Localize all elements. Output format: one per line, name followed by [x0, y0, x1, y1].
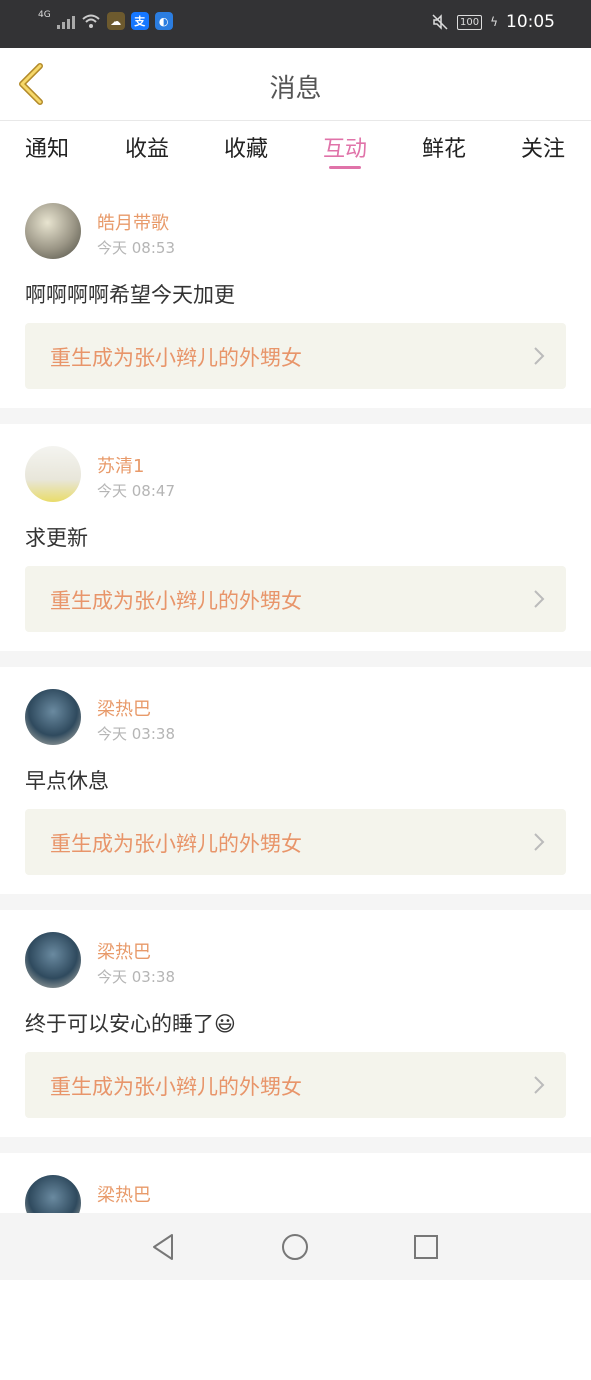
book-title: 重生成为张小辫儿的外甥女	[50, 346, 302, 370]
avatar[interactable]	[25, 689, 81, 745]
nav-back-icon[interactable]	[148, 1231, 180, 1263]
avatar[interactable]	[25, 446, 81, 502]
message-card: 梁热巴 今天 03:38 早点休息 重生成为张小辫儿的外甥女	[0, 667, 591, 894]
message-card: 苏清1 今天 08:47 求更新 重生成为张小辫儿的外甥女	[0, 424, 591, 651]
chevron-right-icon	[534, 347, 545, 365]
tab-bar: 通知 收益 收藏 互动 鲜花 关注	[0, 121, 591, 181]
message-text: 终于可以安心的睡了😃	[25, 1012, 236, 1036]
browser-icon: ◐	[154, 12, 173, 30]
book-title: 重生成为张小辫儿的外甥女	[50, 832, 302, 856]
username[interactable]: 梁热巴	[97, 695, 151, 721]
mute-icon	[432, 14, 448, 30]
message-card: 梁热巴 今天 03:38 终于可以安心的睡了😃 重生成为张小辫儿的外甥女	[0, 910, 591, 1137]
tab-income[interactable]: 收益	[107, 131, 187, 163]
battery-icon: 100	[456, 14, 483, 30]
timestamp: 今天 08:53	[97, 239, 175, 257]
timestamp: 今天 08:47	[97, 482, 175, 500]
active-tab-indicator	[329, 166, 361, 169]
avatar[interactable]	[25, 203, 81, 259]
status-bar: 4G ☁ 支 ◐ 100 ϟ 10:05	[0, 0, 591, 48]
book-link[interactable]: 重生成为张小辫儿的外甥女	[25, 323, 566, 389]
message-text: 早点休息	[25, 769, 109, 793]
message-text: 啊啊啊啊希望今天加更	[25, 283, 235, 307]
nav-home-icon[interactable]	[279, 1231, 311, 1263]
chevron-right-icon	[534, 833, 545, 851]
tab-follow[interactable]: 关注	[503, 131, 583, 163]
page-title: 消息	[269, 74, 322, 104]
book-link[interactable]: 重生成为张小辫儿的外甥女	[25, 809, 566, 875]
book-title: 重生成为张小辫儿的外甥女	[50, 1075, 302, 1099]
timestamp: 今天 03:38	[97, 968, 175, 986]
system-nav-bar	[0, 1213, 591, 1280]
charging-icon: ϟ	[490, 15, 498, 29]
chevron-right-icon	[534, 590, 545, 608]
network-type: 4G	[38, 10, 51, 20]
username[interactable]: 梁热巴	[97, 1181, 151, 1207]
tab-interaction[interactable]: 互动	[305, 131, 385, 163]
signal-icon	[56, 13, 75, 29]
tab-favorites[interactable]: 收藏	[206, 131, 286, 163]
message-card: 皓月带歌 今天 08:53 啊啊啊啊希望今天加更 重生成为张小辫儿的外甥女	[0, 181, 591, 408]
tab-flowers[interactable]: 鲜花	[404, 131, 484, 163]
app-header: 消息	[0, 48, 591, 121]
book-link[interactable]: 重生成为张小辫儿的外甥女	[25, 566, 566, 632]
status-right: 100 ϟ 10:05	[431, 12, 555, 32]
chevron-right-icon	[534, 1076, 545, 1094]
book-link[interactable]: 重生成为张小辫儿的外甥女	[25, 1052, 566, 1118]
wifi-icon	[82, 14, 100, 28]
alipay-icon: 支	[130, 12, 149, 30]
status-left: 4G ☁ 支 ◐	[38, 10, 173, 30]
username[interactable]: 梁热巴	[97, 938, 151, 964]
tab-notice[interactable]: 通知	[7, 131, 87, 163]
weather-icon: ☁	[106, 12, 125, 30]
message-text: 求更新	[25, 526, 88, 550]
book-title: 重生成为张小辫儿的外甥女	[50, 589, 302, 613]
clock: 10:05	[506, 12, 555, 32]
username[interactable]: 苏清1	[97, 452, 144, 478]
username[interactable]: 皓月带歌	[97, 209, 169, 235]
avatar[interactable]	[25, 932, 81, 988]
nav-recents-icon[interactable]	[410, 1231, 442, 1263]
timestamp: 今天 03:38	[97, 725, 175, 743]
